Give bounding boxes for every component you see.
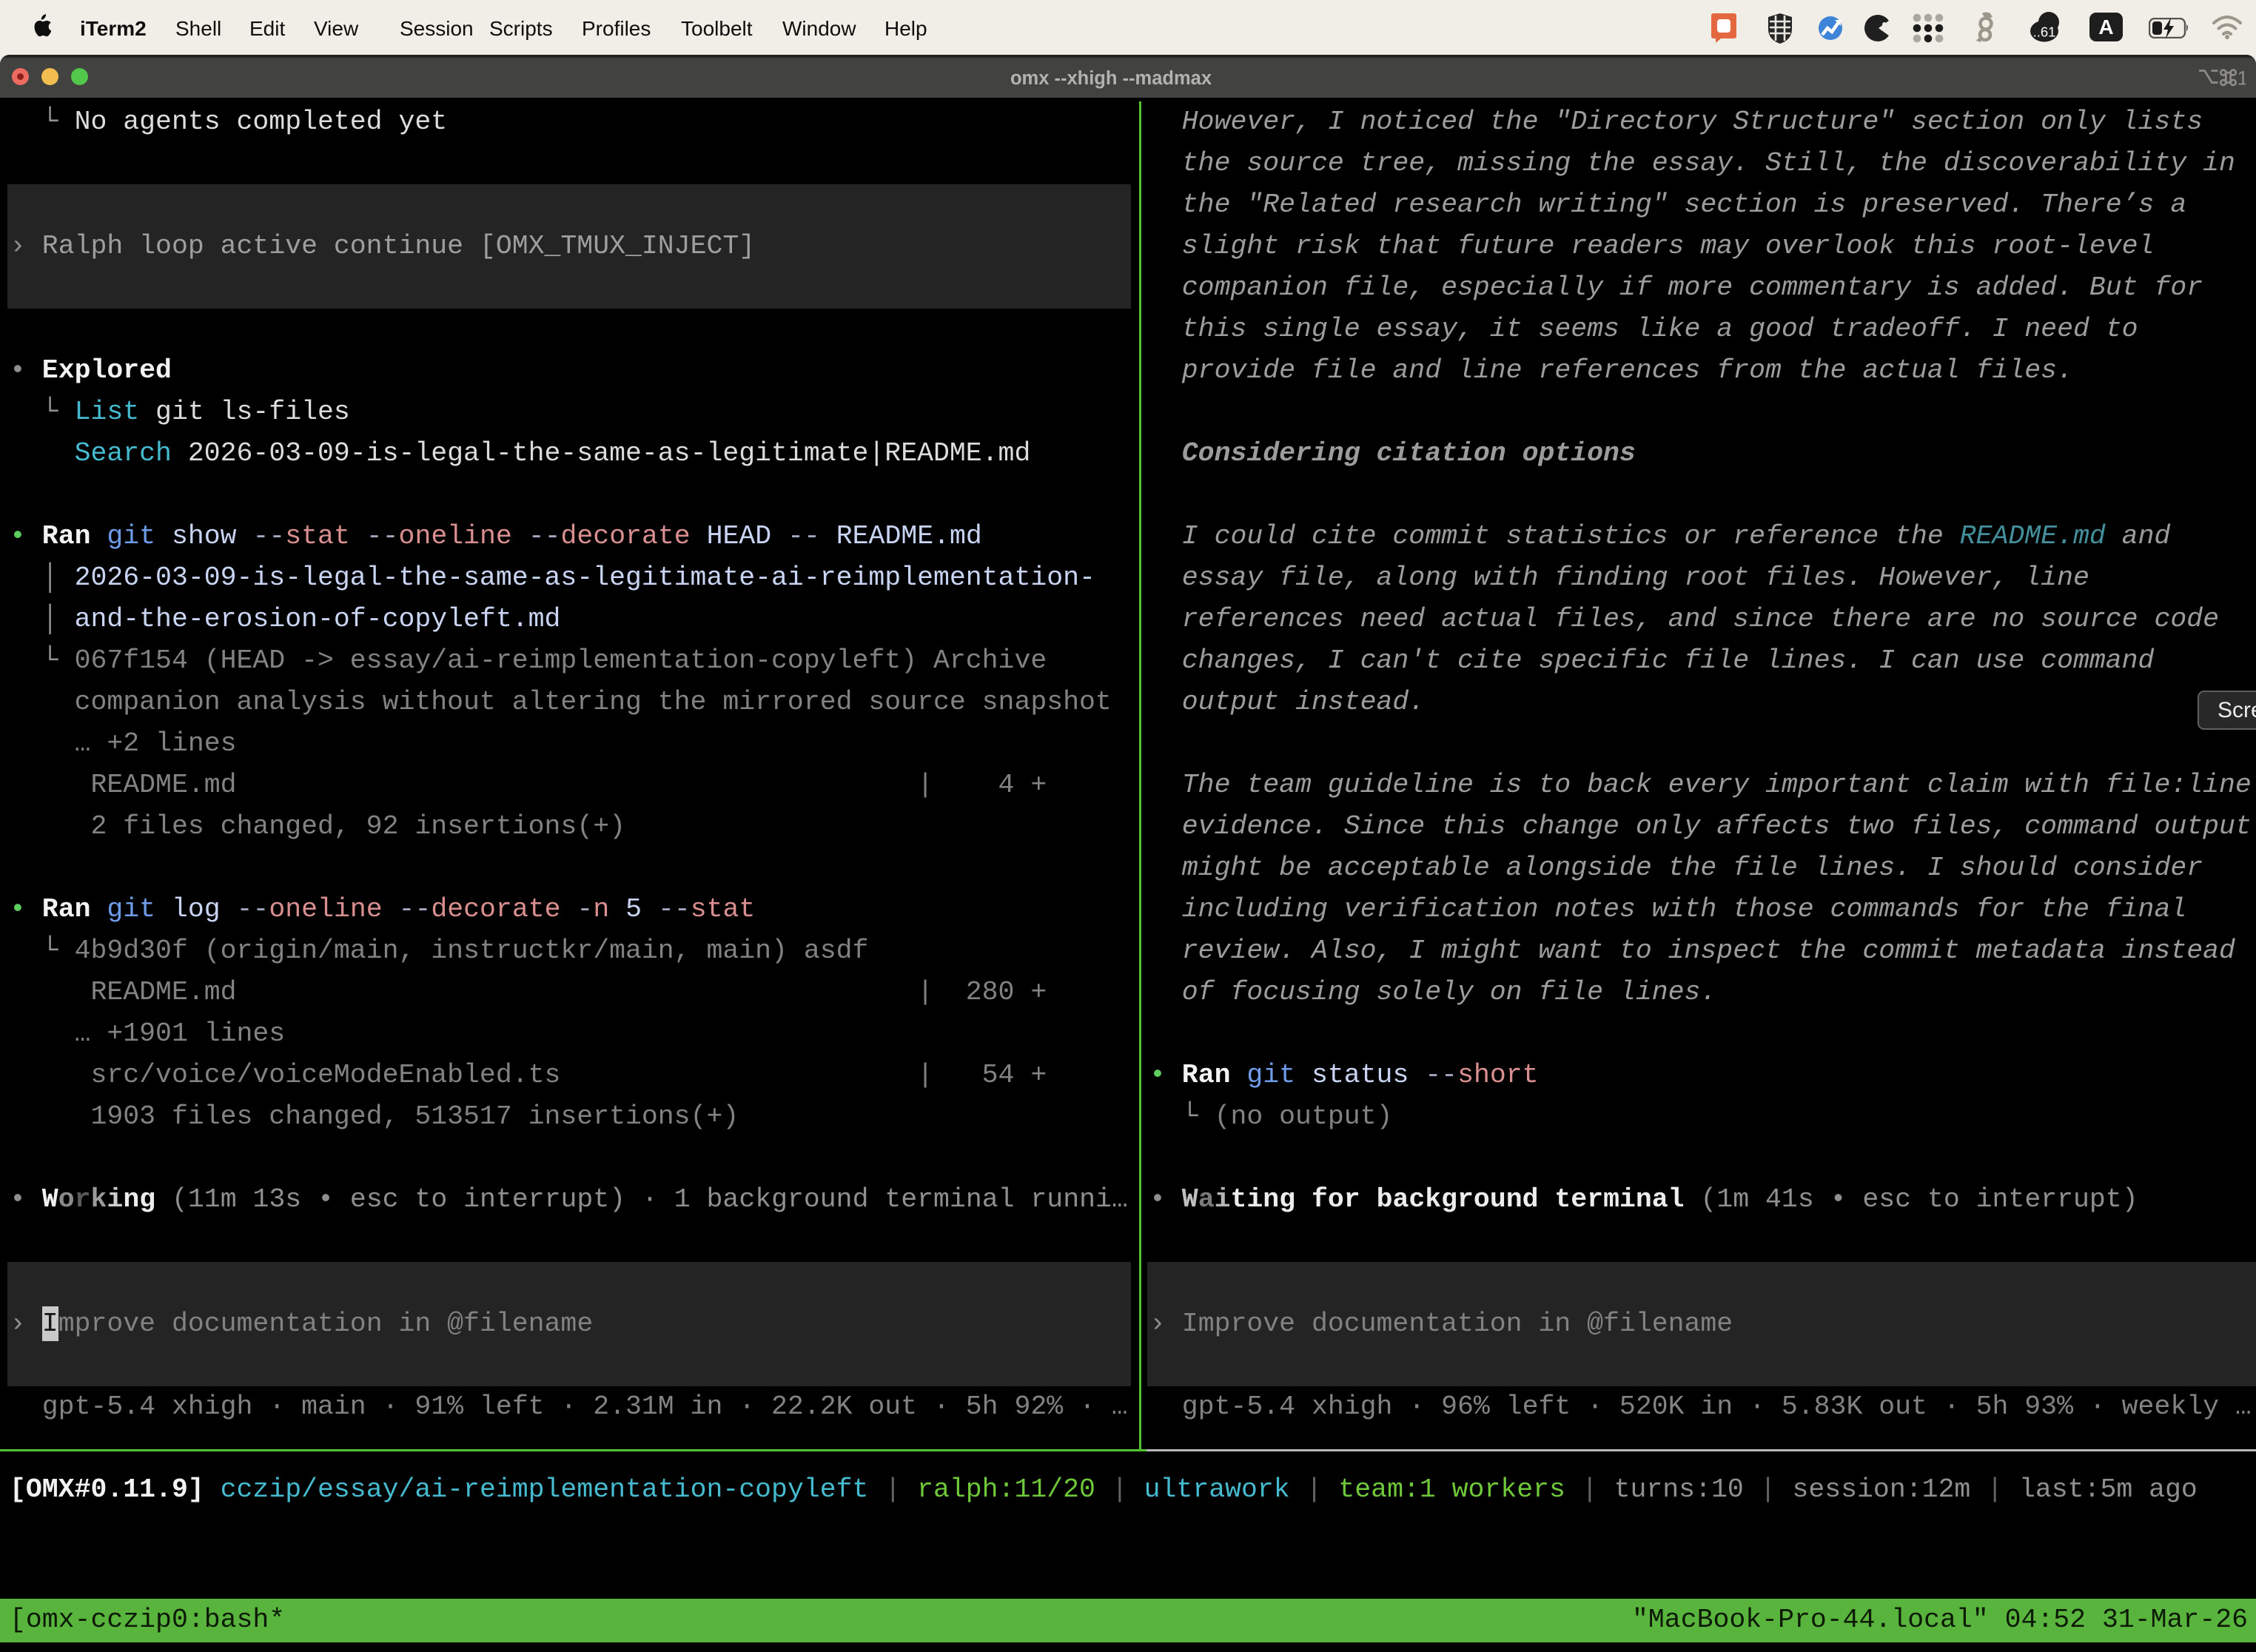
svg-text:..61: ..61: [2033, 24, 2056, 40]
svg-text:1: 1: [2237, 67, 2246, 89]
